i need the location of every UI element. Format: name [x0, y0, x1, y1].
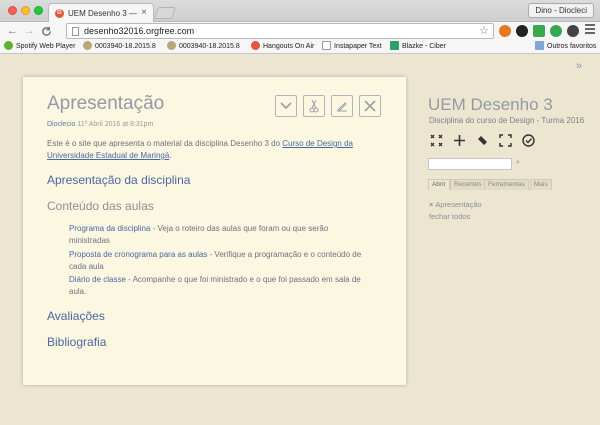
legal-seal-icon [83, 41, 92, 50]
browser-tab[interactable]: G UEM Desenho 3 — Discip × [48, 3, 154, 22]
control-panel-icon[interactable] [474, 134, 490, 150]
tiddler-meta: Dioclecio 11º Abril 2016 at 8:31pm [47, 121, 153, 128]
extension-1-icon[interactable] [499, 25, 511, 37]
extension-2-icon[interactable] [516, 25, 528, 37]
extension-4-icon[interactable] [550, 25, 562, 37]
new-tab-button[interactable] [154, 7, 176, 19]
close-icon[interactable]: × [429, 200, 433, 209]
bookmark-star-icon[interactable]: ☆ [479, 24, 489, 37]
section-link-apresentacao[interactable]: Apresentação da disciplina [47, 173, 190, 187]
bookmarks-bar: Spotify Web Player 0003940-18.2015.8 000… [0, 40, 600, 54]
item-link[interactable]: Diário de classe [69, 275, 126, 284]
blazke-icon [390, 41, 399, 50]
site-subtitle: Disciplina do curso de Design - Turma 20… [429, 116, 585, 125]
extension-3-icon[interactable] [533, 25, 545, 37]
forward-arrow-icon[interactable]: → [24, 24, 35, 38]
section-link-bibliografia[interactable]: Bibliografia [47, 335, 106, 349]
bookmark-item[interactable]: 0003940-18.2015.8 [167, 41, 240, 53]
bookmark-item[interactable]: Hangouts On Air [251, 41, 314, 53]
back-arrow-icon[interactable]: ← [7, 24, 18, 38]
tiddler-modifier[interactable]: Dioclecio [47, 121, 75, 128]
folder-icon [535, 41, 544, 50]
tiddlywiki-page: » Apresentação Dioclecio 11º Abril 2016 … [0, 55, 600, 425]
list-item: Proposta de cronograma para as aulas - V… [69, 250, 362, 271]
edit-button[interactable] [331, 95, 353, 117]
more-actions-button[interactable] [275, 95, 297, 117]
tab-ferramentas[interactable]: Ferramentas [484, 179, 529, 190]
tiddler-title: Apresentação [47, 93, 165, 114]
profile-button[interactable]: Dino - Diocleci [528, 3, 594, 18]
other-bookmarks[interactable]: Outros favoritos [535, 41, 596, 53]
document-icon [322, 41, 331, 50]
extension-5-icon[interactable] [567, 25, 579, 37]
tab-favicon-icon: G [55, 9, 64, 18]
reload-icon[interactable] [41, 24, 52, 41]
item-link[interactable]: Programa da disciplina [69, 224, 150, 233]
address-bar[interactable]: desenho32016.orgfree.com ☆ [66, 23, 494, 39]
open-tiddlers-list: × Apresentação fechar todos [429, 199, 482, 223]
bookmark-item[interactable]: Instapaper Text [322, 41, 382, 53]
legal-seal-icon [167, 41, 176, 50]
tab-title: UEM Desenho 3 — Discip [68, 9, 138, 18]
tiddler-intro: Este é o site que apresenta o material d… [47, 139, 353, 160]
url-text: desenho32016.orgfree.com [84, 26, 195, 36]
browser-menu-icon[interactable] [585, 24, 595, 36]
bookmark-item[interactable]: Spotify Web Player [4, 41, 75, 53]
new-tiddler-icon[interactable] [451, 134, 467, 150]
sidebar-collapse-icon[interactable]: » [576, 60, 582, 72]
list-item: Diário de classe - Acompanhe o que foi m… [69, 275, 361, 296]
window-minimize-button[interactable] [21, 6, 30, 15]
page-icon [72, 27, 79, 36]
item-link[interactable]: Proposta de cronograma para as aulas [69, 250, 207, 259]
tiddler-date: 11º Abril 2016 at 8:31pm [77, 121, 154, 128]
section-heading-conteudo: Conteúdo das aulas [47, 199, 154, 213]
list-item[interactable]: × Apresentação [429, 199, 482, 211]
hangouts-icon [251, 41, 260, 50]
tiddler-card: Apresentação Dioclecio 11º Abril 2016 at… [23, 77, 406, 385]
window-close-button[interactable] [8, 6, 17, 15]
site-title: UEM Desenho 3 [428, 95, 553, 114]
bookmark-item[interactable]: Blazke - Ciber [390, 41, 446, 53]
tab-mais[interactable]: Mais [530, 179, 552, 190]
search-input[interactable] [428, 158, 512, 170]
open-item-label[interactable]: Apresentação [435, 200, 481, 209]
tab-close-icon[interactable]: × [141, 7, 147, 18]
close-all-icon[interactable] [428, 134, 444, 150]
bookmark-item[interactable]: 0003940-18.2015.8 [83, 41, 156, 53]
section-link-avaliacoes[interactable]: Avaliações [47, 309, 105, 323]
close-tiddler-button[interactable] [359, 95, 381, 117]
window-maximize-button[interactable] [34, 6, 43, 15]
search-icon[interactable]: ⌕ [516, 159, 520, 167]
tab-recentes[interactable]: Recentes [450, 179, 486, 190]
tab-abrir[interactable]: Abrir [428, 179, 450, 190]
spotify-icon [4, 41, 13, 50]
list-item: Programa da disciplina - Veja o roteiro … [69, 224, 329, 245]
browser-toolbar: ← → desenho32016.orgfree.com ☆ [0, 22, 600, 40]
close-others-button[interactable] [303, 95, 325, 117]
browser-tab-bar: G UEM Desenho 3 — Discip × Dino - Diocle… [0, 0, 600, 22]
fullscreen-icon[interactable] [497, 134, 513, 150]
sidebar-tabs: Abrir Recentes Ferramentas Mais [428, 179, 552, 190]
close-all-link[interactable]: fechar todos [429, 211, 482, 223]
save-wiki-icon[interactable] [520, 134, 536, 150]
